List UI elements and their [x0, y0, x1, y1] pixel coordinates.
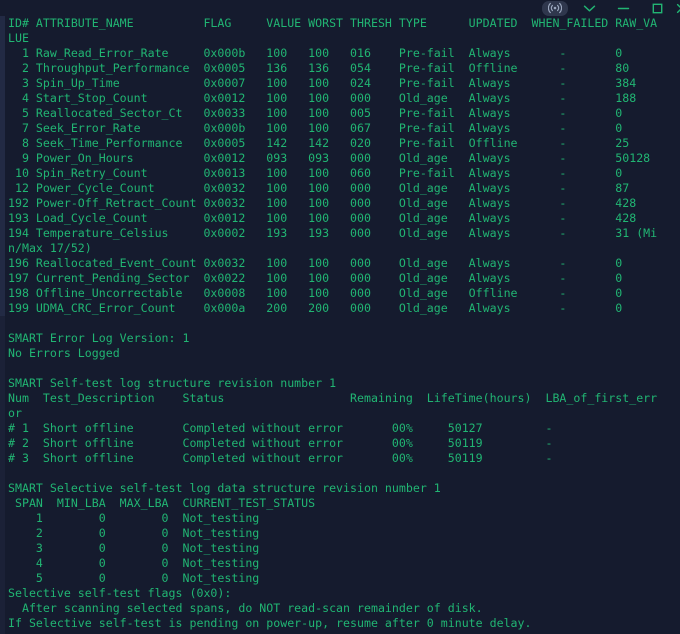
- terminal-line: SMART Error Log Version: 1: [8, 331, 190, 345]
- chevron-down-button[interactable]: [572, 0, 606, 16]
- terminal-line: # 1 Short offline Completed without erro…: [8, 421, 553, 435]
- scrollbar-thumb[interactable]: [0, 16, 5, 316]
- terminal-line: 8 Seek_Time_Performance 0x0005 142 142 0…: [8, 136, 630, 150]
- vertical-scrollbar[interactable]: [0, 16, 5, 634]
- terminal-line: Num Test_Description Status Remaining Li…: [8, 391, 658, 405]
- terminal-line: 10 Spin_Retry_Count 0x0013 100 100 060 P…: [8, 166, 623, 180]
- maximize-icon: [652, 3, 662, 13]
- terminal-line: 197 Current_Pending_Sector 0x0022 100 10…: [8, 271, 623, 285]
- terminal-line: 4 Start_Stop_Count 0x0012 100 100 000 Ol…: [8, 91, 637, 105]
- terminal-line: ID# ATTRIBUTE_NAME FLAG VALUE WORST THRE…: [8, 16, 658, 30]
- maximize-button[interactable]: [640, 0, 674, 16]
- terminal-line: 199 UDMA_CRC_Error_Count 0x000a 200 200 …: [8, 301, 623, 315]
- terminal-line: SPAN MIN_LBA MAX_LBA CURRENT_TEST_STATUS: [8, 496, 316, 510]
- chevron-down-icon: [583, 5, 595, 11]
- terminal-line: 194 Temperature_Celsius 0x0002 193 193 0…: [8, 226, 658, 240]
- terminal-line: 196 Reallocated_Event_Count 0x0032 100 1…: [8, 256, 623, 270]
- window-titlebar: [0, 0, 680, 16]
- terminal-line: # 3 Short offline Completed without erro…: [8, 451, 553, 465]
- terminal-line: 5 Reallocated_Sector_Ct 0x0033 100 100 0…: [8, 106, 623, 120]
- terminal-line: After scanning selected spans, do NOT re…: [8, 601, 483, 615]
- terminal-line: If Selective self-test is pending on pow…: [8, 616, 532, 630]
- terminal-line: 7 Seek_Error_Rate 0x000b 100 100 067 Pre…: [8, 121, 623, 135]
- terminal-line: LUE: [8, 31, 29, 45]
- terminal-line: 9 Power_On_Hours 0x0012 093 093 000 Old_…: [8, 151, 651, 165]
- wifi-icon: [542, 0, 568, 16]
- terminal-line: 5 0 0 Not_testing: [8, 571, 260, 585]
- terminal-line: 198 Offline_Uncorrectable 0x0008 100 100…: [8, 286, 623, 300]
- terminal-line: 1 Raw_Read_Error_Rate 0x000b 100 100 016…: [8, 46, 623, 60]
- terminal-line: 12 Power_Cycle_Count 0x0032 100 100 000 …: [8, 181, 630, 195]
- terminal-line: 2 0 0 Not_testing: [8, 526, 260, 540]
- terminal-line: # 2 Short offline Completed without erro…: [8, 436, 553, 450]
- terminal-line: 1 0 0 Not_testing: [8, 511, 260, 525]
- terminal-line: 193 Load_Cycle_Count 0x0012 100 100 000 …: [8, 211, 637, 225]
- terminal-line: SMART Selective self-test log data struc…: [8, 481, 441, 495]
- terminal-line: No Errors Logged: [8, 346, 120, 360]
- close-icon: [676, 3, 680, 13]
- terminal-line: 2 Throughput_Performance 0x0005 136 136 …: [8, 61, 630, 75]
- terminal-line: n/Max 17/52): [8, 241, 92, 255]
- terminal-line: 4 0 0 Not_testing: [8, 556, 260, 570]
- terminal-line: or: [8, 406, 22, 420]
- terminal-line: Selective self-test flags (0x0):: [8, 586, 232, 600]
- terminal-line: SMART Self-test log structure revision n…: [8, 376, 337, 390]
- terminal-line: 192 Power-Off_Retract_Count 0x0032 100 1…: [8, 196, 637, 210]
- terminal-line: 3 0 0 Not_testing: [8, 541, 260, 555]
- close-button[interactable]: [674, 0, 680, 16]
- minimize-button[interactable]: [606, 0, 640, 16]
- terminal-window: ID# ATTRIBUTE_NAME FLAG VALUE WORST THRE…: [0, 0, 680, 634]
- terminal-output: ID# ATTRIBUTE_NAME FLAG VALUE WORST THRE…: [8, 16, 680, 631]
- terminal-line: 3 Spin_Up_Time 0x0007 100 100 024 Pre-fa…: [8, 76, 637, 90]
- minimize-icon: [617, 7, 629, 9]
- wifi-button[interactable]: [538, 0, 572, 16]
